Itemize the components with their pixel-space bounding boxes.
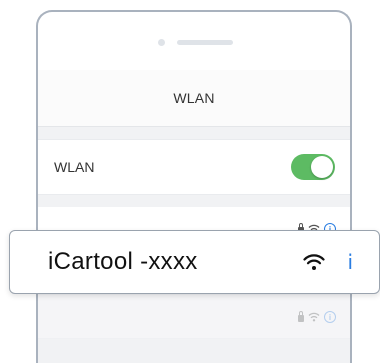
phone-frame: WLAN WLAN i i — [36, 10, 352, 363]
info-icon[interactable]: i — [324, 310, 336, 323]
illustration: WLAN WLAN i i iCartool -xxxx i — [0, 0, 380, 363]
wifi-icon — [303, 254, 326, 270]
wlan-toggle-label: WLAN — [54, 159, 95, 175]
camera-dot — [158, 39, 165, 46]
phone-top-bezel — [38, 12, 350, 72]
speaker-slot — [177, 40, 233, 45]
nav-bar: WLAN — [38, 70, 350, 127]
toggle-knob — [311, 156, 333, 178]
lock-icon — [298, 310, 304, 322]
page-title: WLAN — [173, 90, 215, 106]
network-name: iCartool -xxxx — [48, 248, 198, 275]
info-icon[interactable]: i — [347, 250, 353, 274]
phone-screen: WLAN WLAN i i — [38, 70, 350, 363]
wlan-toggle-switch[interactable] — [291, 154, 335, 180]
wlan-toggle-row[interactable]: WLAN — [38, 139, 350, 195]
network-list-item[interactable]: i — [38, 295, 350, 339]
wifi-icon — [308, 312, 320, 321]
network-callout-row[interactable]: iCartool -xxxx i — [9, 230, 380, 294]
